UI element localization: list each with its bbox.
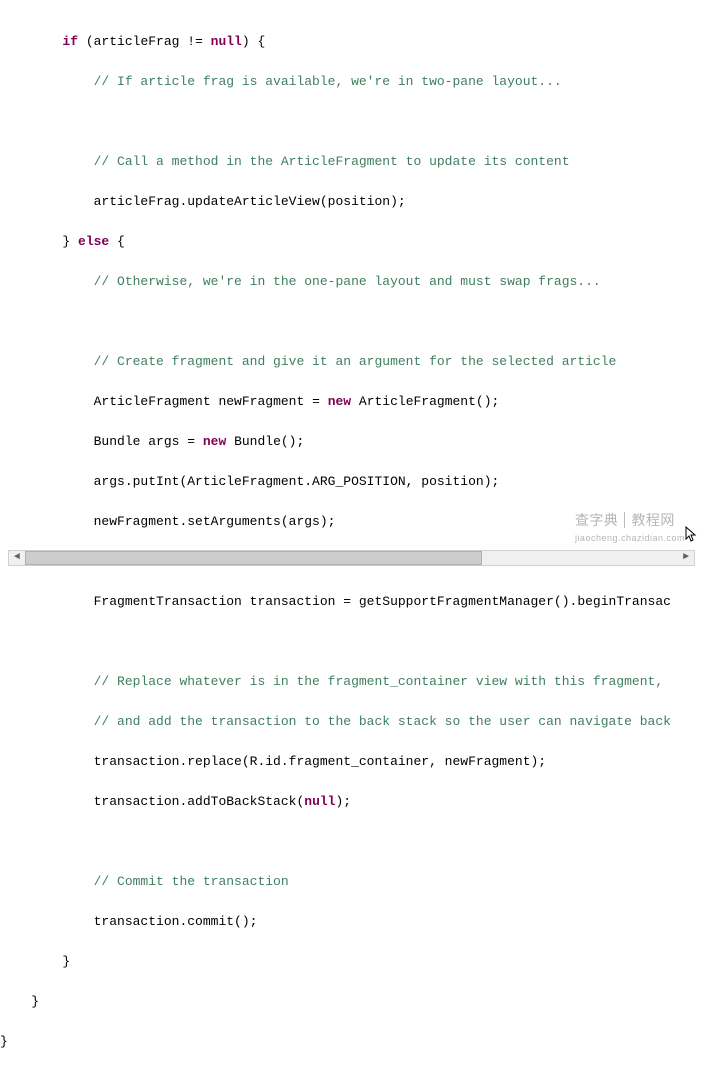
comment: // Create fragment and give it an argume…: [94, 354, 617, 369]
code-text: newFragment =: [211, 394, 328, 409]
keyword-null: null: [304, 794, 335, 809]
code-text: Bundle();: [226, 434, 304, 449]
keyword-new: new: [328, 394, 351, 409]
comment: // Replace whatever is in the fragment_c…: [94, 674, 664, 689]
code-text: articleFrag.updateArticleView(position);: [94, 194, 406, 209]
comment: // If article frag is available, we're i…: [94, 74, 562, 89]
indent: [0, 714, 94, 729]
code-text: );: [335, 794, 351, 809]
code-text: ) {: [242, 34, 265, 49]
type-name: ArticleFragment: [94, 394, 211, 409]
indent: [0, 954, 62, 969]
code-text: args.putInt(ArticleFragment.ARG_POSITION…: [94, 474, 500, 489]
indent: [0, 354, 94, 369]
indent: [0, 874, 94, 889]
indent: [0, 914, 94, 929]
code-text: {: [109, 234, 125, 249]
brace: }: [31, 994, 39, 1009]
brace: }: [62, 954, 70, 969]
scroll-right-arrow-icon[interactable]: ►: [678, 551, 694, 565]
comment: // Otherwise, we're in the one-pane layo…: [94, 274, 601, 289]
comment: // and add the transaction to the back s…: [94, 714, 671, 729]
keyword-null: null: [211, 34, 242, 49]
indent: [0, 194, 94, 209]
horizontal-scrollbar[interactable]: ◄ ►: [8, 550, 695, 566]
scrollbar-thumb[interactable]: [25, 551, 482, 565]
indent: [0, 394, 94, 409]
code-text: (articleFrag !=: [78, 34, 211, 49]
indent: [0, 674, 94, 689]
scrollbar-track[interactable]: [25, 551, 678, 565]
indent: [0, 594, 94, 609]
indent: [0, 514, 94, 529]
code-text: }: [62, 234, 78, 249]
comment: // Commit the transaction: [94, 874, 289, 889]
code-text: transaction = getSupportFragmentManager(…: [242, 594, 671, 609]
code-text: transaction.addToBackStack(: [94, 794, 305, 809]
keyword-if: if: [62, 34, 78, 49]
scroll-left-arrow-icon[interactable]: ◄: [9, 551, 25, 565]
code-text: transaction.commit();: [94, 914, 258, 929]
brace: }: [0, 1034, 8, 1049]
indent: [0, 234, 62, 249]
keyword-new: new: [203, 434, 226, 449]
code-text: transaction.replace(R.id.fragment_contai…: [94, 754, 546, 769]
code-text: args =: [140, 434, 202, 449]
indent: [0, 434, 94, 449]
indent: [0, 74, 94, 89]
comment: // Call a method in the ArticleFragment …: [94, 154, 570, 169]
code-text: newFragment.setArguments(args);: [94, 514, 336, 529]
indent: [0, 754, 94, 769]
indent: [0, 274, 94, 289]
keyword-else: else: [78, 234, 109, 249]
type-name: FragmentTransaction: [94, 594, 242, 609]
indent: [0, 994, 31, 1009]
code-block: if (articleFrag != null) { // If article…: [0, 0, 703, 1080]
indent: [0, 794, 94, 809]
indent: [0, 474, 94, 489]
indent: [0, 154, 94, 169]
code-text: ArticleFragment();: [351, 394, 499, 409]
type-name: Bundle: [94, 434, 141, 449]
indent: [0, 34, 62, 49]
